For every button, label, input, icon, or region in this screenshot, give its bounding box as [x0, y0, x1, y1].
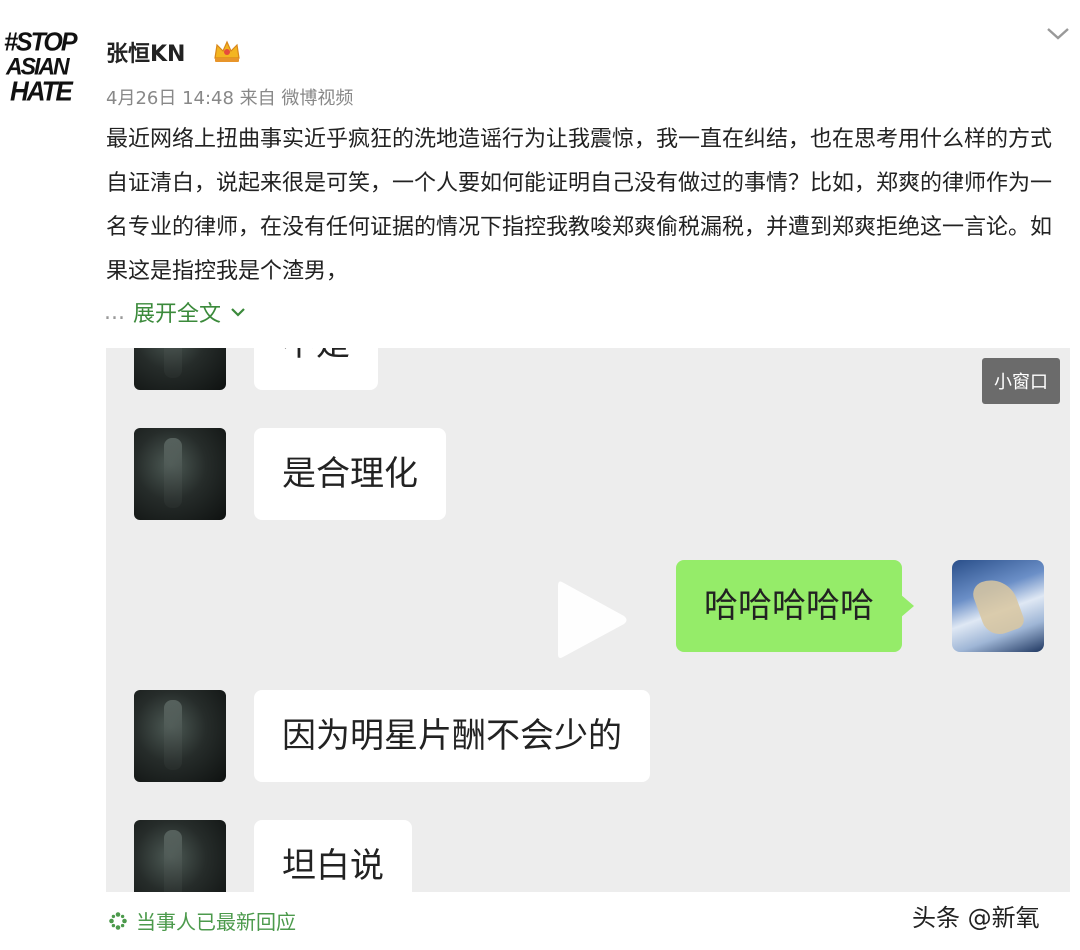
crown-vip-icon	[214, 40, 240, 62]
avatar-text-line: HATE	[10, 75, 73, 107]
expand-label: 展开全文	[132, 302, 221, 327]
expand-full-text-link[interactable]: ... 展开全文	[104, 296, 247, 328]
chat-avatar	[134, 690, 226, 782]
mini-window-button[interactable]: 小窗口	[982, 358, 1060, 404]
chat-avatar	[134, 428, 226, 520]
chevron-down-icon	[231, 308, 245, 317]
chat-avatar	[134, 820, 226, 892]
chat-bubble: 不是	[254, 348, 378, 390]
video-player[interactable]: 不是 是合理化 哈哈哈哈哈 因为明星片酬不会少的 坦白说 小窗口	[106, 348, 1070, 892]
author-name[interactable]: 张恒KN	[106, 36, 185, 68]
author-avatar[interactable]: #STOP ASIAN HATE	[4, 29, 82, 118]
chat-bubble: 坦白说	[254, 820, 412, 892]
chat-bubble: 是合理化	[254, 428, 446, 520]
chat-bubble: 因为明星片酬不会少的	[254, 690, 650, 782]
play-icon[interactable]	[554, 576, 630, 664]
latest-response-link[interactable]: 当事人已最新回应	[108, 906, 296, 935]
ellipsis: ...	[104, 299, 125, 325]
watermark: 头条 @新氧	[912, 904, 1040, 932]
post-body: 最近网络上扭曲事实近乎疯狂的洗地造谣行为让我震惊，我一直在纠结，也在思考用什么样…	[106, 127, 1053, 284]
chat-avatar	[134, 348, 226, 390]
reply-label: 当事人已最新回应	[136, 910, 296, 934]
self-avatar	[952, 560, 1044, 652]
sparkle-icon	[109, 911, 127, 930]
post-meta: 4月26日 14:48 来自 微博视频	[106, 88, 354, 109]
chat-bubble-self: 哈哈哈哈哈	[676, 560, 914, 652]
chevron-down-icon[interactable]	[1045, 26, 1071, 42]
